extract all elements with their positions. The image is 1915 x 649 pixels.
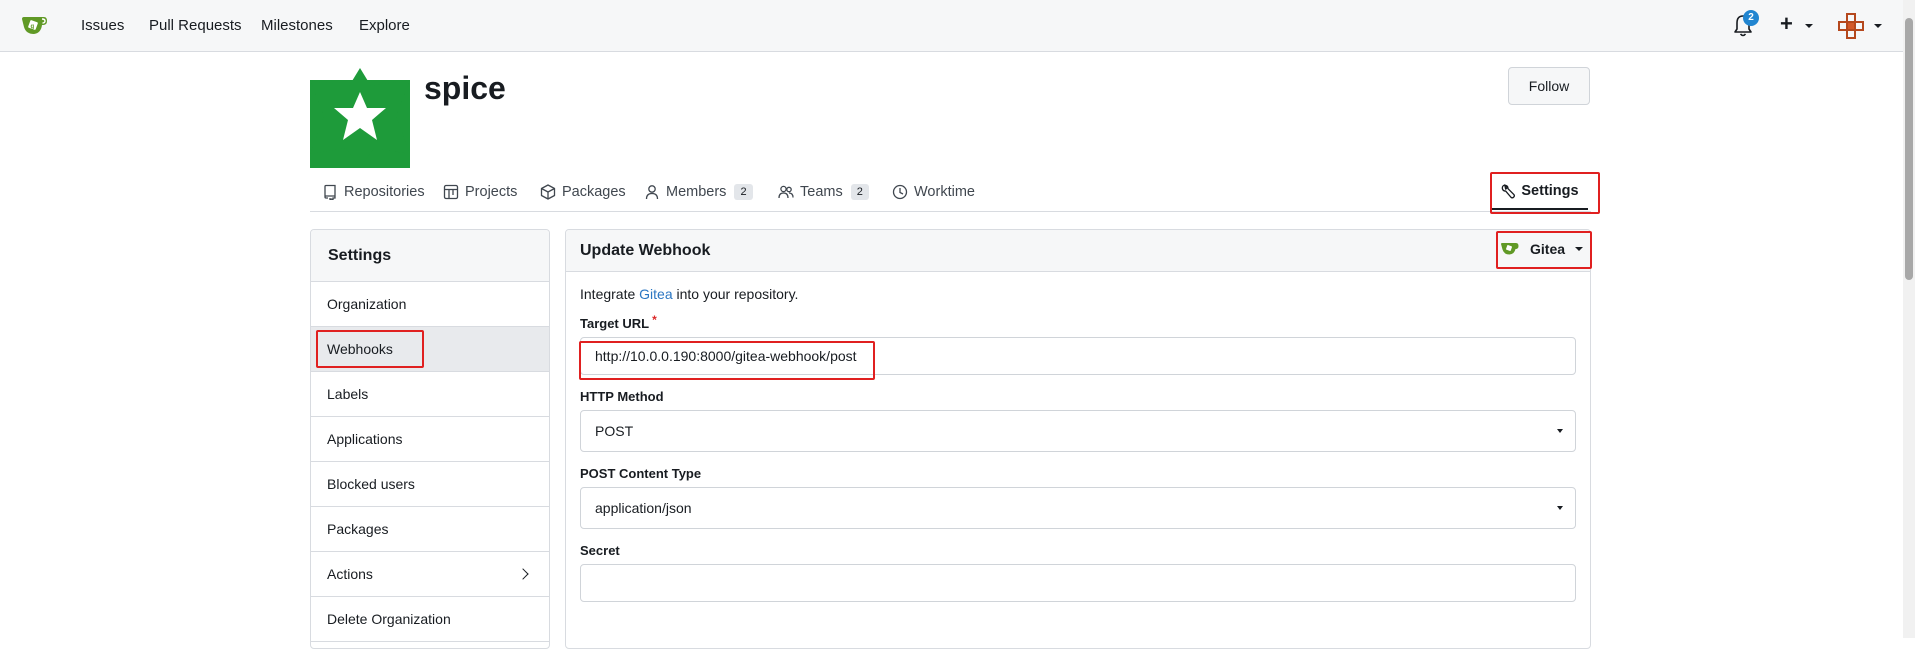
webhook-form-panel: Update Webhook Gitea Integrate Gitea int… <box>565 229 1591 649</box>
top-navbar: g Issues Pull Requests Milestones Explor… <box>0 0 1915 52</box>
sidebar-item-label: Applications <box>327 431 403 447</box>
tab-label: Worktime <box>914 184 975 200</box>
sidebar-item-applications[interactable]: Applications <box>311 417 549 462</box>
person-icon <box>645 185 659 200</box>
follow-button[interactable]: Follow <box>1508 67 1590 105</box>
settings-sidebar: Settings Organization Webhooks Labels Ap… <box>310 229 550 649</box>
org-tabs-bar: Repositories Projects Packages Members 2… <box>310 176 1591 212</box>
tab-teams[interactable]: Teams 2 <box>778 180 869 204</box>
http-method-label: HTTP Method <box>580 389 664 404</box>
chevron-down-icon <box>1575 247 1584 251</box>
tab-label: Teams <box>800 184 843 200</box>
tab-settings-label: Settings <box>1521 183 1579 199</box>
clock-icon <box>892 184 908 200</box>
target-url-label-text: Target URL <box>580 316 650 331</box>
sidebar-title: Settings <box>311 230 549 282</box>
tab-settings[interactable]: Settings <box>1492 174 1588 210</box>
target-url-label: Target URL * <box>580 313 1576 331</box>
sidebar-item-label: Delete Organization <box>327 611 451 627</box>
nav-pull-requests-link[interactable]: Pull Requests <box>149 17 242 34</box>
required-mark: * <box>652 313 657 327</box>
user-avatar[interactable] <box>1838 13 1864 39</box>
tools-icon <box>1502 183 1516 198</box>
tab-projects[interactable]: Projects <box>443 180 517 204</box>
nav-issues-link[interactable]: Issues <box>81 17 124 34</box>
sidebar-item-labels[interactable]: Labels <box>311 372 549 417</box>
sidebar-item-label: Webhooks <box>327 341 393 357</box>
content-type-select[interactable]: application/json <box>580 487 1576 529</box>
people-icon <box>778 185 794 199</box>
http-method-select[interactable]: POST <box>580 410 1576 452</box>
project-icon <box>443 184 459 200</box>
gitea-link[interactable]: Gitea <box>639 286 672 302</box>
gitea-logo-icon[interactable]: g <box>20 13 50 39</box>
chevron-right-icon <box>517 568 529 580</box>
sidebar-item-packages[interactable]: Packages <box>311 507 549 552</box>
content-type-label: POST Content Type <box>580 466 702 481</box>
sidebar-item-label: Packages <box>327 521 389 537</box>
panel-title: Update Webhook <box>580 242 711 259</box>
content-type-value: application/json <box>595 500 692 516</box>
panel-body: Integrate Gitea into your repository. Ta… <box>566 272 1590 616</box>
repo-icon <box>324 184 336 200</box>
teams-count-badge: 2 <box>850 184 869 200</box>
panel-header: Update Webhook Gitea <box>566 230 1590 272</box>
tab-label: Projects <box>465 184 518 200</box>
intro-suffix: into your repository. <box>672 286 799 302</box>
package-icon <box>540 184 556 200</box>
nav-milestones-link[interactable]: Milestones <box>261 17 333 34</box>
sidebar-item-label: Blocked users <box>327 476 415 492</box>
svg-text:g: g <box>31 24 35 30</box>
chevron-down-icon <box>1557 429 1563 433</box>
secret-label: Secret <box>580 543 620 558</box>
tab-label: Repositories <box>344 184 425 200</box>
chevron-down-icon <box>1557 506 1563 510</box>
nav-explore-link[interactable]: Explore <box>359 17 410 34</box>
notification-count-badge: 2 <box>1743 10 1759 26</box>
gitea-icon <box>1501 243 1519 255</box>
target-url-value: http://10.0.0.190:8000/gitea-webhook/pos… <box>595 348 857 364</box>
scrollbar-thumb[interactable] <box>1905 18 1913 280</box>
tab-label: Members <box>666 184 727 200</box>
tab-members[interactable]: Members 2 <box>644 180 753 204</box>
org-avatar <box>310 68 410 168</box>
create-new-plus-icon[interactable]: + <box>1780 12 1793 36</box>
intro-text: Integrate Gitea into your repository. <box>580 286 1576 302</box>
sidebar-item-blocked-users[interactable]: Blocked users <box>311 462 549 507</box>
webhook-type-dropdown[interactable]: Gitea <box>1500 240 1584 258</box>
org-name-title: spice <box>424 70 506 106</box>
target-url-input[interactable]: http://10.0.0.190:8000/gitea-webhook/pos… <box>580 337 1576 375</box>
intro-prefix: Integrate <box>580 286 640 302</box>
sidebar-item-label: Organization <box>327 296 407 312</box>
http-method-value: POST <box>595 423 634 439</box>
sidebar-item-label: Actions <box>327 566 373 582</box>
sidebar-item-delete-organization[interactable]: Delete Organization <box>311 597 549 642</box>
tab-label: Packages <box>562 184 626 200</box>
webhook-type-label: Gitea <box>1530 241 1566 257</box>
sidebar-item-organization[interactable]: Organization <box>311 282 549 327</box>
tab-repositories[interactable]: Repositories <box>322 180 425 204</box>
tab-worktime[interactable]: Worktime <box>892 180 975 204</box>
members-count-badge: 2 <box>734 184 753 200</box>
sidebar-item-label: Labels <box>327 386 369 402</box>
secret-input[interactable] <box>580 564 1576 602</box>
sidebar-item-webhooks[interactable]: Webhooks <box>311 327 549 372</box>
tab-packages[interactable]: Packages <box>540 180 626 204</box>
chevron-down-icon[interactable] <box>1805 24 1813 28</box>
avatar-chevron-down-icon[interactable] <box>1874 24 1882 28</box>
sidebar-item-actions[interactable]: Actions <box>311 552 549 597</box>
